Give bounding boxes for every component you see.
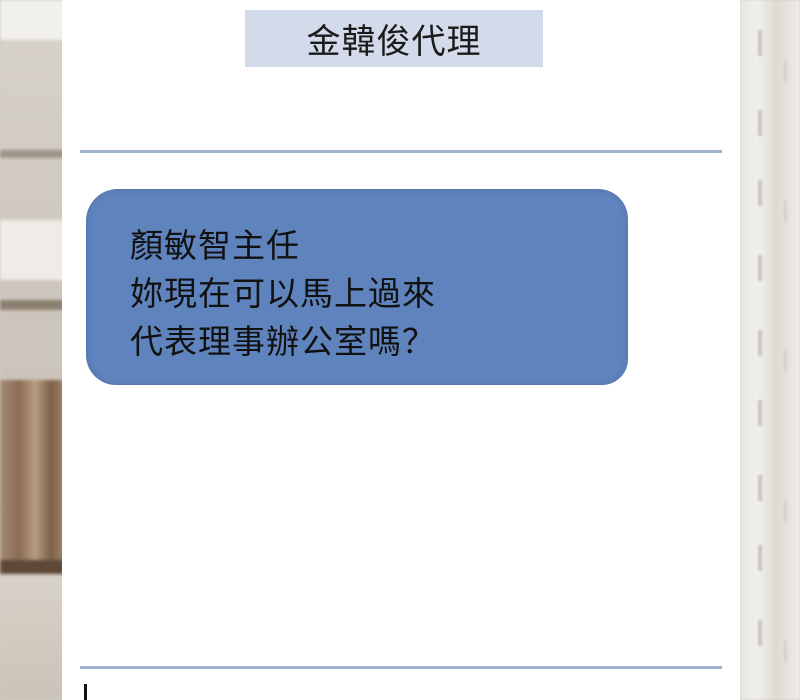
message-line-3: 代表理事辦公室嗎？ [130,322,436,361]
incoming-message-bubble: 顏敏智主任 妳現在可以馬上過來 代表理事辦公室嗎？ [86,189,628,385]
contact-name-header: 金韓俊代理 [245,10,543,67]
text-input-caret[interactable] [84,684,87,700]
background-left-scenery [0,0,64,700]
phone-screen: 金韓俊代理 顏敏智主任 妳現在可以馬上過來 代表理事辦公室嗎？ [62,0,740,700]
comic-panel-scene: 金韓俊代理 顏敏智主任 妳現在可以馬上過來 代表理事辦公室嗎？ [0,0,800,700]
contact-name: 金韓俊代理 [306,22,482,62]
header-divider [80,150,722,153]
message-line-2: 妳現在可以馬上過來 [130,274,436,313]
message-line-1: 顏敏智主任 [130,226,300,265]
background-right-scenery [740,0,800,700]
input-divider [80,666,722,669]
